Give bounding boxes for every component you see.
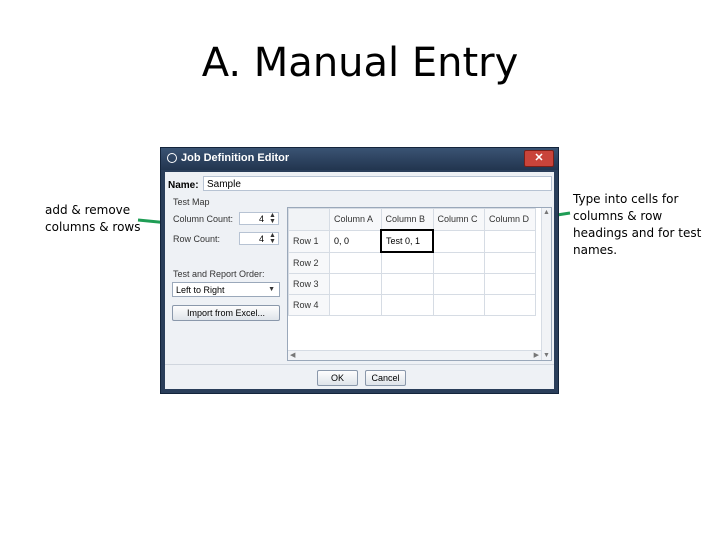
- annotation-left: add & remove columns & rows: [45, 203, 141, 234]
- scroll-right-icon[interactable]: ▶: [534, 351, 539, 359]
- close-icon: ✕: [534, 152, 544, 164]
- grid-cell[interactable]: [380, 273, 434, 295]
- name-input[interactable]: Sample: [203, 176, 552, 191]
- grid-cell[interactable]: [432, 273, 485, 295]
- close-button[interactable]: ✕: [524, 150, 554, 167]
- grid-cell[interactable]: [432, 229, 485, 253]
- order-select[interactable]: Left to Right ▼: [172, 282, 280, 297]
- vertical-scrollbar[interactable]: ▲ ▼: [541, 208, 551, 360]
- column-header-c[interactable]: Column C: [432, 208, 485, 231]
- scroll-up-icon[interactable]: ▲: [543, 209, 550, 216]
- grid-header-row: Column A Column B Column C Column D: [288, 208, 536, 231]
- check-circle-icon: [167, 153, 177, 163]
- ok-button[interactable]: OK: [317, 370, 358, 386]
- spinner-arrows-icon[interactable]: ▲ ▼: [269, 232, 276, 245]
- annotation-right: Type into cells for columns & row headin…: [573, 192, 702, 257]
- column-header-b[interactable]: Column B: [380, 208, 434, 231]
- row-count-label: Row Count:: [173, 234, 221, 244]
- table-row: Row 3: [288, 273, 536, 295]
- order-select-value: Left to Right: [176, 285, 225, 295]
- dialog-client: Name: Sample Test Map Column Count: 4 ▲ ▼…: [165, 172, 554, 389]
- grid-cell[interactable]: [484, 251, 536, 274]
- scroll-left-icon[interactable]: ◀: [290, 351, 295, 359]
- table-row: Row 2: [288, 251, 536, 274]
- slide-title: A. Manual Entry: [201, 40, 519, 86]
- grid-corner: [288, 208, 330, 231]
- grid-cell[interactable]: [432, 251, 485, 274]
- column-header-d[interactable]: Column D: [484, 208, 536, 231]
- grid-cell-active[interactable]: Test 0, 1: [380, 229, 434, 253]
- job-definition-editor-dialog: Job Definition Editor ✕ Name: Sample Tes…: [160, 147, 559, 394]
- cancel-button[interactable]: Cancel: [365, 370, 406, 386]
- column-count-label: Column Count:: [173, 214, 234, 224]
- test-map-label: Test Map: [173, 197, 210, 207]
- grid-cell[interactable]: [484, 294, 536, 316]
- dialog-titlebar[interactable]: Job Definition Editor ✕: [161, 148, 558, 170]
- grid-cell[interactable]: [484, 273, 536, 295]
- row-header-2[interactable]: Row 2: [288, 251, 330, 274]
- name-label: Name:: [168, 180, 199, 191]
- row-header-3[interactable]: Row 3: [288, 273, 330, 295]
- grid-cell[interactable]: [484, 229, 536, 253]
- grid-cell[interactable]: [380, 251, 434, 274]
- table-row: Row 1 0, 0 Test 0, 1: [288, 229, 536, 253]
- grid-table: Column A Column B Column C Column D Row …: [288, 208, 536, 316]
- table-row: Row 4: [288, 294, 536, 316]
- scroll-down-icon[interactable]: ▼: [543, 352, 550, 359]
- grid-cell[interactable]: [329, 294, 382, 316]
- grid-cell[interactable]: [329, 251, 382, 274]
- footer-divider: [165, 364, 554, 365]
- grid-cell[interactable]: [432, 294, 485, 316]
- row-header-1[interactable]: Row 1: [288, 229, 330, 253]
- row-header-4[interactable]: Row 4: [288, 294, 330, 316]
- import-from-excel-button[interactable]: Import from Excel...: [172, 305, 280, 321]
- chevron-down-icon: ▼: [268, 286, 275, 293]
- test-map-grid: Column A Column B Column C Column D Row …: [287, 207, 552, 361]
- grid-cell[interactable]: [380, 294, 434, 316]
- grid-cell[interactable]: 0, 0: [329, 229, 382, 253]
- grid-cell[interactable]: [329, 273, 382, 295]
- spinner-arrows-icon[interactable]: ▲ ▼: [269, 212, 276, 225]
- dialog-title: Job Definition Editor: [181, 152, 290, 164]
- column-header-a[interactable]: Column A: [329, 208, 382, 231]
- horizontal-scrollbar[interactable]: ◀ ▶: [288, 350, 541, 360]
- order-label: Test and Report Order:: [173, 269, 265, 279]
